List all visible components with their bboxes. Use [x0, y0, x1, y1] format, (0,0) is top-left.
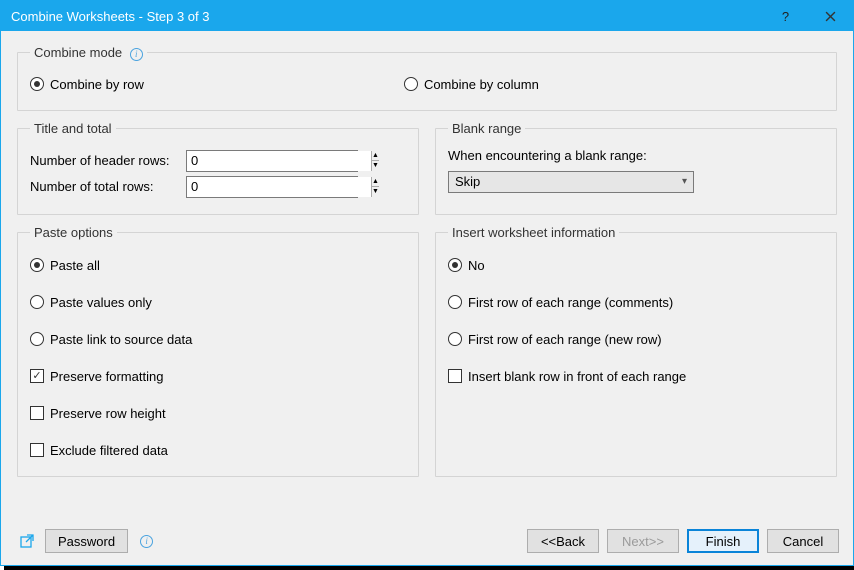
paste-options-legend: Paste options — [30, 225, 117, 240]
window-title: Combine Worksheets - Step 3 of 3 — [11, 9, 763, 24]
combine-mode-group: Combine mode i Combine by row Combine by… — [17, 45, 837, 111]
header-rows-label: Number of header rows: — [30, 153, 180, 168]
info-icon[interactable]: i — [140, 535, 153, 548]
info-icon[interactable]: i — [130, 48, 143, 61]
total-rows-spinner[interactable]: ▲ ▼ — [186, 176, 358, 198]
cancel-button-label: Cancel — [783, 534, 823, 549]
blank-range-select[interactable]: Skip ▾ — [448, 171, 694, 193]
combine-by-row-label: Combine by row — [50, 77, 144, 92]
exclude-filtered-check[interactable]: Exclude filtered data — [30, 443, 406, 458]
insert-first-comments-radio[interactable]: First row of each range (comments) — [448, 295, 824, 310]
insert-blank-row-label: Insert blank row in front of each range — [468, 369, 686, 384]
back-button-label: <<Back — [541, 534, 585, 549]
paste-options-group: Paste options Paste all Paste values onl… — [17, 225, 419, 477]
external-link-icon — [19, 533, 35, 549]
combine-by-column-radio[interactable]: Combine by column — [404, 77, 539, 92]
footer: Password i <<Back Next>> Finish Cancel — [1, 529, 853, 565]
paste-all-radio[interactable]: Paste all — [30, 258, 406, 273]
combine-by-column-label: Combine by column — [424, 77, 539, 92]
paste-link-radio[interactable]: Paste link to source data — [30, 332, 406, 347]
cancel-button[interactable]: Cancel — [767, 529, 839, 553]
radio-icon — [30, 258, 44, 272]
blank-range-select-value: Skip — [455, 174, 480, 189]
titlebar: Combine Worksheets - Step 3 of 3 ? — [1, 1, 853, 31]
insert-first-comments-label: First row of each range (comments) — [468, 295, 673, 310]
paste-link-label: Paste link to source data — [50, 332, 192, 347]
password-button[interactable]: Password — [45, 529, 128, 553]
close-icon — [825, 11, 836, 22]
radio-icon — [404, 77, 418, 91]
back-button[interactable]: <<Back — [527, 529, 599, 553]
exclude-filtered-label: Exclude filtered data — [50, 443, 168, 458]
insert-no-radio[interactable]: No — [448, 258, 824, 273]
spinner-down-icon[interactable]: ▼ — [372, 161, 379, 171]
title-total-legend: Title and total — [30, 121, 116, 136]
finish-button-label: Finish — [706, 534, 741, 549]
insert-blank-row-check[interactable]: Insert blank row in front of each range — [448, 369, 824, 384]
radio-icon — [448, 258, 462, 272]
preserve-row-height-check[interactable]: Preserve row height — [30, 406, 406, 421]
combine-mode-legend: Combine mode i — [30, 45, 147, 61]
checkbox-icon — [30, 369, 44, 383]
external-link-button[interactable] — [17, 531, 37, 551]
insert-info-group: Insert worksheet information No First ro… — [435, 225, 837, 477]
preserve-formatting-check[interactable]: Preserve formatting — [30, 369, 406, 384]
preserve-formatting-label: Preserve formatting — [50, 369, 163, 384]
insert-info-legend: Insert worksheet information — [448, 225, 619, 240]
total-rows-label: Number of total rows: — [30, 179, 180, 194]
chevron-down-icon: ▾ — [682, 176, 687, 187]
insert-no-label: No — [468, 258, 485, 273]
radio-icon — [448, 295, 462, 309]
insert-first-newrow-label: First row of each range (new row) — [468, 332, 662, 347]
finish-button[interactable]: Finish — [687, 529, 759, 553]
combine-by-row-radio[interactable]: Combine by row — [30, 77, 144, 92]
header-rows-spinner[interactable]: ▲ ▼ — [186, 150, 358, 172]
blank-range-group: Blank range When encountering a blank ra… — [435, 121, 837, 215]
password-button-label: Password — [58, 534, 115, 549]
insert-first-newrow-radio[interactable]: First row of each range (new row) — [448, 332, 824, 347]
blank-range-label: When encountering a blank range: — [448, 148, 824, 163]
close-button[interactable] — [808, 1, 853, 31]
checkbox-icon — [448, 369, 462, 383]
spinner-up-icon[interactable]: ▲ — [372, 151, 379, 162]
preserve-row-height-label: Preserve row height — [50, 406, 166, 421]
spinner-down-icon[interactable]: ▼ — [372, 187, 379, 197]
dialog-window: Combine Worksheets - Step 3 of 3 ? Combi… — [0, 0, 854, 566]
next-button-label: Next>> — [622, 534, 664, 549]
radio-icon — [30, 295, 44, 309]
radio-icon — [30, 77, 44, 91]
checkbox-icon — [30, 443, 44, 457]
paste-values-label: Paste values only — [50, 295, 152, 310]
checkbox-icon — [30, 406, 44, 420]
total-rows-input[interactable] — [187, 177, 371, 197]
radio-icon — [448, 332, 462, 346]
blank-range-legend: Blank range — [448, 121, 525, 136]
paste-values-radio[interactable]: Paste values only — [30, 295, 406, 310]
paste-all-label: Paste all — [50, 258, 100, 273]
next-button: Next>> — [607, 529, 679, 553]
title-total-group: Title and total Number of header rows: ▲… — [17, 121, 419, 215]
combine-mode-legend-text: Combine mode — [34, 45, 122, 60]
help-button[interactable]: ? — [763, 1, 808, 31]
header-rows-input[interactable] — [187, 151, 371, 171]
spinner-up-icon[interactable]: ▲ — [372, 177, 379, 188]
radio-icon — [30, 332, 44, 346]
